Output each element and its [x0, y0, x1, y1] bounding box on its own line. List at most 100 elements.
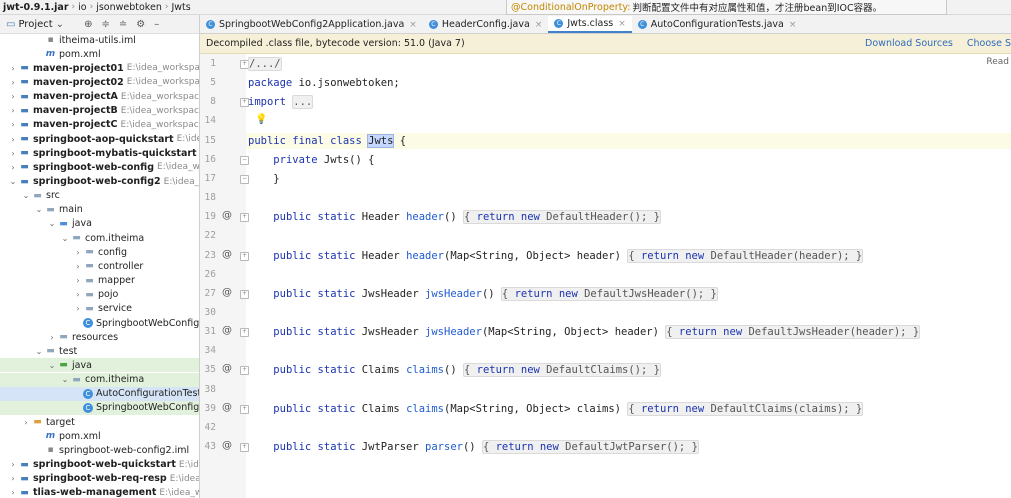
breadcrumb-package-io[interactable]: io: [75, 2, 89, 13]
tree-item[interactable]: m pom.xml: [0, 47, 199, 61]
lightbulb-icon[interactable]: 💡: [255, 114, 267, 125]
tree-item[interactable]: › ▬ config: [0, 245, 199, 259]
tree-item[interactable]: ›▬ maven-project02E:\idea_workspace\ith: [0, 75, 199, 89]
tree-item[interactable]: ⌄ ▬ src: [0, 189, 199, 203]
tree-item[interactable]: m pom.xml: [0, 429, 199, 443]
close-icon[interactable]: ×: [409, 20, 417, 30]
code-line[interactable]: package io.jsonwebtoken;: [248, 77, 400, 89]
override-marker-icon[interactable]: @: [222, 249, 232, 260]
collapse-all-icon[interactable]: ≑: [101, 19, 109, 30]
chevron-right-icon[interactable]: ›: [8, 135, 18, 144]
tree-item[interactable]: › ▬ service: [0, 302, 199, 316]
code-line[interactable]: public static JwtParser parser() { retur…: [248, 440, 699, 454]
breadcrumb-jar[interactable]: jwt-0.9.1.jar: [0, 2, 72, 13]
chevron-right-icon[interactable]: ›: [8, 163, 18, 172]
chevron-right-icon[interactable]: ›: [8, 120, 18, 129]
tree-item[interactable]: › ▬ pojo: [0, 288, 199, 302]
override-marker-icon[interactable]: @: [222, 287, 232, 298]
tree-item[interactable]: ›▬ maven-projectBE:\idea_workspace\ith: [0, 104, 199, 118]
choose-sources-link[interactable]: Choose S: [967, 38, 1011, 49]
tree-item[interactable]: › ▬ resources: [0, 330, 199, 344]
tree-item[interactable]: ›▬ springboot-web-req-respE:\idea_wor: [0, 472, 199, 486]
tree-item[interactable]: ›▬ springboot-aop-quickstartE:\idea_wor: [0, 132, 199, 146]
close-icon[interactable]: ×: [535, 20, 543, 30]
chevron-right-icon[interactable]: ›: [8, 106, 18, 115]
tree-item[interactable]: › ▬ mapper: [0, 274, 199, 288]
chevron-down-icon[interactable]: ⌄: [47, 361, 57, 370]
download-sources-link[interactable]: Download Sources: [865, 38, 953, 49]
code-line[interactable]: public static Claims claims(Map<String, …: [248, 401, 864, 416]
code-line[interactable]: public static JwsHeader jwsHeader(Map<St…: [248, 325, 921, 340]
project-view-selector[interactable]: Project: [18, 19, 52, 30]
code-line[interactable]: public final class Jwts {: [248, 133, 406, 148]
chevron-right-icon[interactable]: ›: [8, 78, 18, 87]
override-marker-icon[interactable]: @: [222, 363, 232, 374]
tree-item[interactable]: ⌄ ▬ com.itheima: [0, 231, 199, 245]
reader-mode-toggle[interactable]: Read: [986, 57, 1009, 67]
close-icon[interactable]: ×: [789, 20, 797, 30]
close-icon[interactable]: ×: [618, 19, 626, 29]
chevron-right-icon[interactable]: ›: [8, 64, 18, 73]
tree-item[interactable]: ▪ springboot-web-config2.iml: [0, 443, 199, 457]
chevron-right-icon[interactable]: ›: [73, 304, 83, 313]
gear-icon[interactable]: ⚙: [136, 19, 145, 30]
chevron-right-icon[interactable]: ›: [47, 333, 57, 342]
chevron-down-icon[interactable]: ⌄: [60, 375, 70, 384]
tree-item[interactable]: ▪ itheima-utils.iml: [0, 33, 199, 47]
code-line[interactable]: /.../: [248, 57, 282, 71]
override-marker-icon[interactable]: @: [222, 210, 232, 221]
chevron-right-icon[interactable]: ›: [8, 92, 18, 101]
tree-item[interactable]: ⌄ ▬ com.itheima: [0, 372, 199, 387]
chevron-down-icon[interactable]: ⌄: [8, 177, 18, 186]
globe-icon[interactable]: ⊕: [84, 19, 92, 30]
chevron-right-icon[interactable]: ›: [73, 262, 83, 271]
tree-item[interactable]: ›▬ maven-projectCE:\idea_workspace\ith: [0, 118, 199, 132]
code-line[interactable]: public static Header header() { return n…: [248, 210, 661, 225]
tree-item[interactable]: ›▬ springboot-web-quickstartE:\idea_wo: [0, 458, 199, 472]
code-line[interactable]: public static JwsHeader jwsHeader() { re…: [248, 286, 718, 301]
code-line[interactable]: }: [248, 173, 279, 185]
chevron-right-icon[interactable]: ›: [73, 276, 83, 285]
tree-item[interactable]: ⌄ ▬ java: [0, 358, 199, 373]
tree-item[interactable]: ⌄ ▬ java: [0, 217, 199, 231]
editor-tab[interactable]: C SpringbootWebConfig2Application.java ×: [200, 16, 423, 33]
tree-item[interactable]: ›▬ tlias-web-managementE:\idea_works: [0, 486, 199, 498]
tree-item[interactable]: C AutoConfigurationTests: [0, 386, 199, 401]
chevron-down-icon[interactable]: ⌄: [56, 19, 64, 30]
chevron-right-icon[interactable]: ›: [8, 149, 18, 158]
tree-item[interactable]: ›▬ maven-project01E:\idea_workspace\ith: [0, 61, 199, 75]
override-marker-icon[interactable]: @: [222, 402, 232, 413]
tree-item[interactable]: ›▬ maven-projectAE:\idea_workspace\ith: [0, 90, 199, 104]
chevron-down-icon[interactable]: ⌄: [34, 347, 44, 356]
chevron-down-icon[interactable]: ⌄: [47, 219, 57, 228]
tree-item[interactable]: › ▬ controller: [0, 259, 199, 273]
chevron-down-icon[interactable]: ⌄: [21, 191, 31, 200]
tree-item[interactable]: ›▬ springboot-web-configE:\idea_works: [0, 160, 199, 174]
breadcrumb-class[interactable]: Jwts: [168, 2, 193, 13]
code-editor[interactable]: 1 5 8 14 15 16 17 18 19 @22 23 @26 27 @30 31 @34 35 @38 39…: [200, 54, 1011, 498]
code-line[interactable]: private Jwts() {: [248, 154, 374, 166]
editor-tab[interactable]: C HeaderConfig.java ×: [423, 16, 549, 33]
tree-item[interactable]: ⌄▬ springboot-web-config2E:\idea_work: [0, 175, 199, 189]
chevron-right-icon[interactable]: ›: [73, 290, 83, 299]
chevron-right-icon[interactable]: ›: [73, 248, 83, 257]
editor-tab[interactable]: C AutoConfigurationTests.java ×: [632, 16, 803, 33]
minus-icon[interactable]: –: [154, 19, 159, 30]
code-line[interactable]: import ...: [248, 95, 314, 110]
chevron-down-icon[interactable]: ⌄: [34, 205, 44, 214]
tree-item[interactable]: ›▬springboot-mybatis-quickstartE:\ide: [0, 146, 199, 160]
tree-item[interactable]: C SpringbootWebConfig2: [0, 316, 199, 330]
tree-item[interactable]: ⌄ ▬ main: [0, 203, 199, 217]
chevron-right-icon[interactable]: ›: [8, 488, 18, 497]
override-marker-icon[interactable]: @: [222, 325, 232, 336]
tree-item[interactable]: › ▬ target: [0, 415, 199, 429]
chevron-right-icon[interactable]: ›: [8, 460, 18, 469]
override-marker-icon[interactable]: @: [222, 440, 232, 451]
tree-item[interactable]: CSpringbootWebConfig2A: [0, 400, 199, 415]
editor-tab[interactable]: C Jwts.class ×: [548, 16, 632, 33]
expand-all-icon[interactable]: ≐: [119, 19, 127, 30]
code-line[interactable]: public static Header header(Map<String, …: [248, 248, 864, 263]
breadcrumb-package-jsonwebtoken[interactable]: jsonwebtoken: [93, 2, 165, 13]
chevron-right-icon[interactable]: ›: [21, 418, 31, 427]
chevron-right-icon[interactable]: ›: [8, 474, 18, 483]
